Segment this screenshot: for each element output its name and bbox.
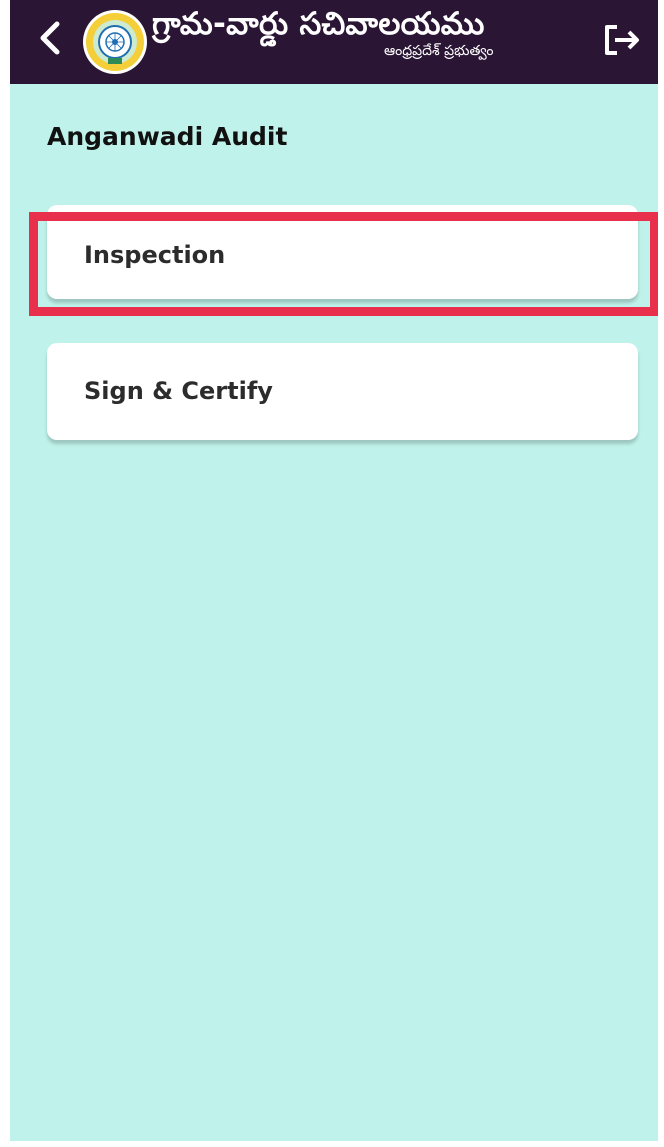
logout-button[interactable] — [600, 20, 646, 60]
logout-icon — [605, 25, 639, 55]
back-button[interactable] — [30, 16, 70, 60]
page-title: Anganwadi Audit — [47, 122, 288, 151]
app-header: గ్రామ-వార్డు సచివాలయము ఆంధ్రప్రదేశ్ ప్రభ… — [10, 0, 658, 84]
sign-certify-label: Sign & Certify — [84, 377, 273, 405]
app-screen: గ్రామ-వార్డు సచివాలయము ఆంధ్రప్రదేశ్ ప్రభ… — [10, 0, 658, 1141]
app-subtitle: ఆంధ్రప్రదేశ్ ప్రభుత్వం — [384, 43, 494, 59]
inspection-label: Inspection — [84, 241, 226, 269]
andhra-pradesh-emblem-icon — [83, 10, 147, 74]
inspection-card[interactable]: Inspection — [47, 205, 638, 299]
chevron-left-icon — [40, 21, 60, 55]
sign-certify-card[interactable]: Sign & Certify — [47, 343, 638, 440]
